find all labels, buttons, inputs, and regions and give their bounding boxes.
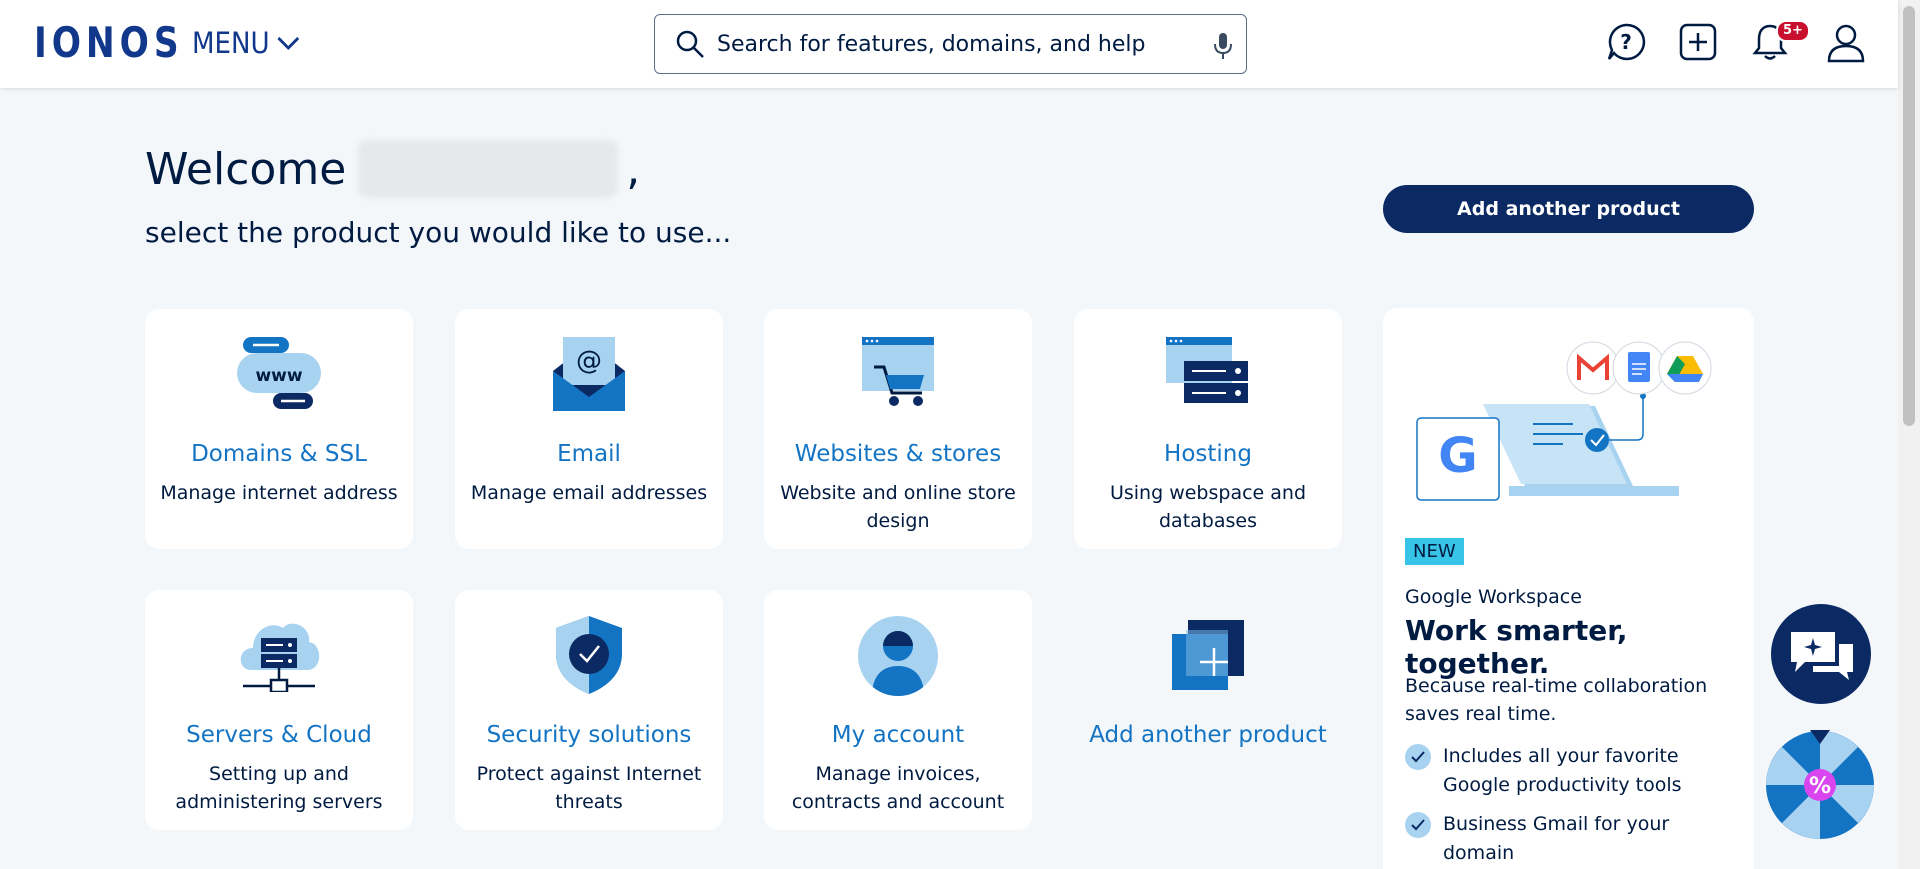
scrollbar-thumb[interactable] [1903, 6, 1915, 426]
server-icon [1166, 337, 1248, 403]
promo-bullet-text: Business Gmail for your domain [1443, 813, 1670, 864]
product-card-email[interactable]: @ Email Manage email addresses [455, 309, 723, 549]
promo-headline: Work smarter, together. [1405, 614, 1628, 680]
product-title: Hosting [1164, 441, 1252, 467]
product-card-servers[interactable]: Servers & Cloud Setting up and administe… [145, 590, 413, 830]
add-square-icon[interactable] [1678, 22, 1718, 62]
promo-bullet-text: Includes all your favorite Google produc… [1443, 745, 1682, 796]
product-card-add-another[interactable]: Add another product [1074, 590, 1342, 830]
check-icon [1405, 812, 1431, 838]
product-title: Email [557, 441, 621, 467]
menu-label: MENU [192, 26, 270, 60]
google-workspace-illustration: G [1416, 341, 1712, 501]
chat-sparkle-icon [1791, 632, 1853, 680]
product-description: Manage email addresses [470, 482, 708, 504]
email-icon: @ [553, 337, 625, 411]
shield-icon [556, 616, 622, 694]
product-card-websites[interactable]: Websites & stores Website and online sto… [764, 309, 1032, 549]
svg-text:%: % [1809, 774, 1831, 799]
product-title: My account [831, 722, 965, 748]
cloud-server-icon [240, 623, 320, 692]
user-icon [858, 616, 938, 696]
product-title: Add another product [1089, 722, 1327, 748]
svg-text:www: www [255, 366, 302, 386]
discount-wheel-icon[interactable]: % [1765, 730, 1875, 840]
welcome-comma: , [626, 143, 641, 195]
store-icon [862, 337, 934, 406]
welcome-heading: Welcome , [145, 140, 640, 198]
check-icon [1405, 744, 1431, 770]
svg-text:G: G [1438, 428, 1477, 484]
product-description: Protect against Internet threats [476, 763, 702, 813]
product-card-security[interactable]: Security solutions Protect against Inter… [455, 590, 723, 830]
svg-text:@: @ [576, 346, 602, 376]
promo-text: Because real-time collaboration saves re… [1405, 675, 1708, 725]
product-description: Setting up and administering servers [175, 763, 383, 813]
svg-text:?: ? [1620, 30, 1632, 54]
notification-badge: 5+ [1776, 20, 1810, 42]
top-header: IONOS MENU ? 5+ [0, 0, 1898, 88]
product-description: Manage invoices, contracts and account [791, 763, 1005, 813]
product-card-domains[interactable]: www Domains & SSL Manage internet addres… [145, 309, 413, 549]
www-icon: www [237, 337, 321, 409]
scrollbar[interactable] [1898, 0, 1920, 869]
search-icon [676, 30, 704, 58]
product-card-my-account[interactable]: My account Manage invoices, contracts an… [764, 590, 1032, 830]
search-input[interactable] [717, 27, 1187, 61]
promo-bullet: Business Gmail for your domain [1405, 810, 1705, 868]
product-title: Domains & SSL [191, 441, 367, 467]
welcome-subtitle: select the product you would like to use… [145, 216, 732, 249]
welcome-text: Welcome [145, 143, 347, 195]
ionos-logo[interactable]: IONOS [34, 22, 184, 64]
product-description: Manage internet address [160, 482, 398, 504]
add-another-product-button[interactable]: Add another product [1383, 185, 1754, 233]
help-icon[interactable]: ? [1606, 22, 1646, 62]
user-account-icon[interactable] [1826, 22, 1866, 64]
menu-button[interactable]: MENU [192, 26, 300, 60]
product-title: Websites & stores [794, 441, 1002, 467]
new-tag: NEW [1405, 538, 1464, 565]
product-description: Website and online store design [780, 482, 1016, 532]
microphone-icon[interactable] [1213, 31, 1233, 61]
promo-subtitle: Google Workspace [1405, 586, 1582, 608]
blurred-username [358, 140, 619, 198]
product-title: Servers & Cloud [186, 722, 372, 748]
product-card-hosting[interactable]: Hosting Using webspace and databases [1074, 309, 1342, 549]
chevron-down-icon [277, 36, 300, 51]
search-bar [654, 14, 1247, 74]
google-workspace-promo[interactable]: G NEW Google Workspace Work smarter, tog… [1383, 308, 1754, 869]
product-description: Using webspace and databases [1109, 482, 1307, 532]
product-title: Security solutions [486, 722, 692, 748]
ai-chat-button[interactable] [1771, 604, 1871, 704]
plus-square-icon [1172, 620, 1244, 690]
promo-bullet: Includes all your favorite Google produc… [1405, 742, 1705, 800]
